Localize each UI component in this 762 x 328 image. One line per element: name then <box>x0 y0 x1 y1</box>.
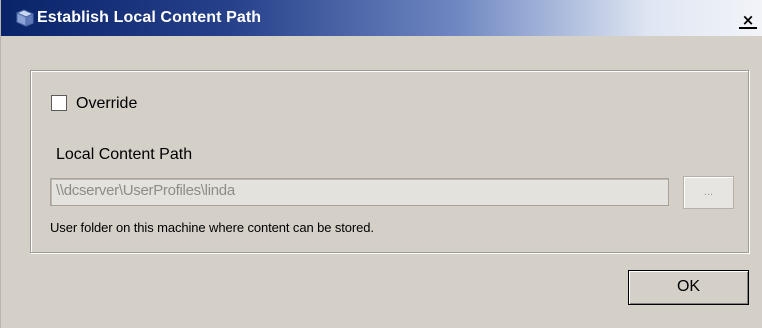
override-label[interactable]: Override <box>76 95 137 113</box>
browse-button[interactable]: ... <box>683 176 734 209</box>
ok-button[interactable]: OK <box>628 270 749 305</box>
title-bar[interactable]: Establish Local Content Path × <box>1 0 762 36</box>
close-button[interactable]: × <box>739 11 757 29</box>
dialog-window: Establish Local Content Path × Override … <box>0 0 762 328</box>
path-hint-text: User folder on this machine where conten… <box>50 220 374 235</box>
app-window-icon <box>15 9 35 27</box>
local-content-path-input[interactable]: \\dcserver\UserProfiles\linda <box>50 178 669 206</box>
local-content-path-label: Local Content Path <box>56 146 193 163</box>
window-title: Establish Local Content Path <box>37 9 262 26</box>
override-checkbox[interactable] <box>51 95 67 111</box>
close-icon: × <box>741 11 755 29</box>
